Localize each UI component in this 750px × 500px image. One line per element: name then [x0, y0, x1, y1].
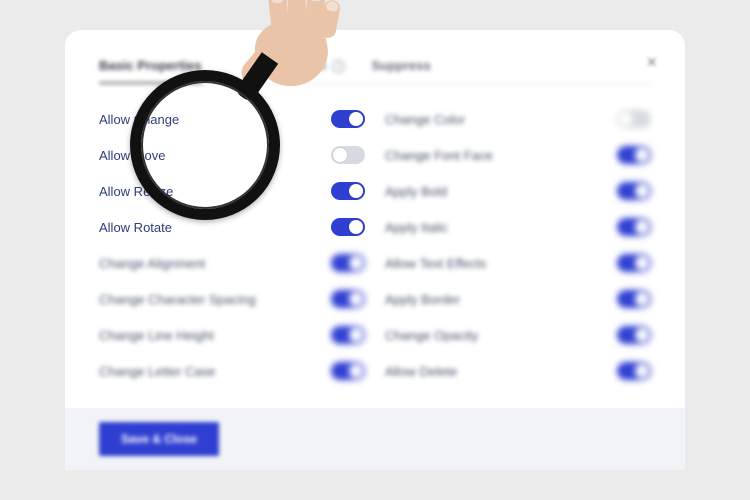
toggle-switch[interactable]	[331, 182, 365, 200]
toggle-switch[interactable]	[331, 362, 365, 380]
setting-row: Apply Border	[385, 284, 651, 314]
toggle-switch[interactable]	[617, 110, 651, 128]
right-column: Change Color Change Font Face Apply Bold Ap…	[385, 104, 651, 402]
toggle-switch[interactable]	[331, 218, 365, 236]
toggle-switch[interactable]	[617, 362, 651, 380]
setting-label: Change Color	[385, 112, 465, 127]
toggle-switch[interactable]	[331, 146, 365, 164]
modal-body: Allow Change Allow Move Allow Resize Allow …	[99, 84, 651, 402]
setting-label: Apply Border	[385, 292, 460, 307]
setting-label: Allow Text Effects	[385, 256, 486, 271]
toggle-switch[interactable]	[331, 110, 365, 128]
setting-row: Change Font Face	[385, 140, 651, 170]
setting-label: Change Opacity	[385, 328, 478, 343]
setting-row: Allow Change	[99, 104, 365, 134]
setting-label: Change Character Spacing	[99, 292, 256, 307]
setting-label: Apply Italic	[385, 220, 448, 235]
toggle-switch[interactable]	[331, 290, 365, 308]
toggle-switch[interactable]	[617, 326, 651, 344]
tab-automation-label: Automation	[254, 58, 326, 73]
setting-label: Allow Move	[99, 148, 165, 163]
setting-label: Allow Change	[99, 112, 179, 127]
setting-label: Change Font Face	[385, 148, 493, 163]
modal-footer: Save & Close	[65, 408, 685, 470]
toggle-switch[interactable]	[617, 254, 651, 272]
setting-label: Allow Resize	[99, 184, 173, 199]
setting-label: Allow Rotate	[99, 220, 172, 235]
setting-row: Allow Rotate	[99, 212, 365, 242]
setting-row: Allow Move	[99, 140, 365, 170]
setting-label: Change Line Height	[99, 328, 214, 343]
toggle-switch[interactable]	[331, 326, 365, 344]
close-icon[interactable]: ×	[646, 52, 657, 73]
toggle-switch[interactable]	[331, 254, 365, 272]
setting-row: Allow Resize	[99, 176, 365, 206]
setting-row: Change Letter Case	[99, 356, 365, 386]
toggle-switch[interactable]	[617, 290, 651, 308]
tab-basic-properties[interactable]: Basic Properties	[99, 58, 202, 84]
toggle-switch[interactable]	[617, 182, 651, 200]
setting-row: Change Opacity	[385, 320, 651, 350]
setting-row: Change Color	[385, 104, 651, 134]
setting-row: Allow Delete	[385, 356, 651, 386]
setting-row: Apply Bold	[385, 176, 651, 206]
toggle-switch[interactable]	[617, 218, 651, 236]
tab-suppress[interactable]: Suppress	[371, 58, 430, 73]
setting-label: Change Alignment	[99, 256, 205, 271]
setting-row: Change Alignment	[99, 248, 365, 278]
left-column: Allow Change Allow Move Allow Resize Allow …	[99, 104, 365, 402]
setting-row: Change Line Height	[99, 320, 365, 350]
setting-label: Change Letter Case	[99, 364, 215, 379]
save-and-close-button[interactable]: Save & Close	[99, 422, 219, 456]
toggle-switch[interactable]	[617, 146, 651, 164]
setting-row: Apply Italic	[385, 212, 651, 242]
setting-row: Change Character Spacing	[99, 284, 365, 314]
setting-label: Apply Bold	[385, 184, 447, 199]
info-icon: i	[332, 60, 345, 73]
setting-row: Allow Text Effects	[385, 248, 651, 278]
tab-bar: Basic Properties Automation i Suppress	[99, 58, 651, 84]
tab-automation[interactable]: Automation i	[254, 58, 346, 73]
properties-modal: Basic Properties Automation i Suppress ×…	[65, 30, 685, 470]
setting-label: Allow Delete	[385, 364, 457, 379]
